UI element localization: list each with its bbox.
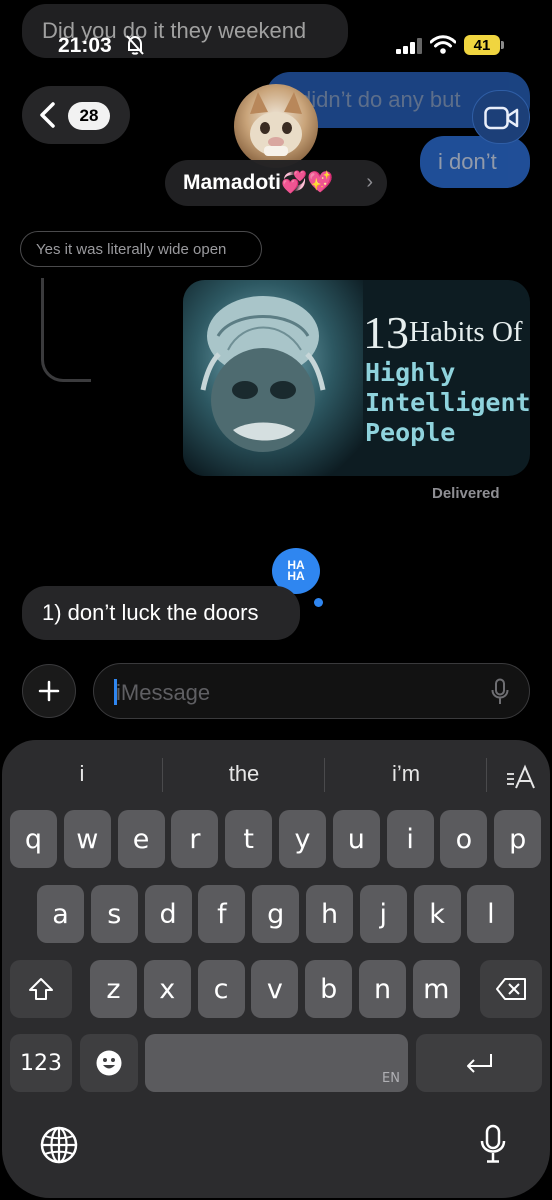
chevron-left-icon	[40, 102, 55, 128]
key-n[interactable]: n	[359, 960, 406, 1018]
suggestion-bar: i the i’m	[2, 740, 550, 808]
image-title-line4: People	[365, 418, 456, 447]
key-p[interactable]: p	[494, 810, 542, 868]
key-i[interactable]: i	[386, 810, 434, 868]
key-k[interactable]: k	[413, 885, 461, 943]
backspace-icon	[496, 978, 526, 1000]
video-call-button[interactable]	[472, 90, 530, 144]
message-input-placeholder: iMessage	[116, 680, 211, 705]
key-e[interactable]: e	[117, 810, 165, 868]
image-attachment[interactable]: 13 Habits Of Highly Intelligent People	[183, 280, 530, 476]
reply-connector-line	[41, 278, 91, 382]
key-y[interactable]: y	[279, 810, 326, 868]
key-l[interactable]: l	[467, 885, 515, 943]
key-f[interactable]: f	[198, 885, 246, 943]
shift-arrow-icon	[29, 978, 53, 1000]
backspace-key[interactable]	[480, 960, 542, 1018]
return-key[interactable]	[416, 1034, 542, 1092]
key-m[interactable]: m	[412, 960, 460, 1018]
space-key[interactable]: EN	[145, 1034, 408, 1092]
key-r[interactable]: r	[171, 810, 219, 868]
haha-tapback-text: HA HA	[287, 558, 305, 583]
key-x[interactable]: x	[143, 960, 191, 1018]
key-q[interactable]: q	[10, 810, 57, 868]
numbers-key-label: 123	[20, 1050, 62, 1076]
key-z[interactable]: z	[90, 960, 137, 1018]
cellular-signal-icon	[396, 38, 422, 54]
suggestion-3[interactable]: i’m	[325, 744, 487, 804]
tapback-tail-dot	[314, 598, 323, 607]
key-u[interactable]: u	[332, 810, 380, 868]
key-c[interactable]: c	[197, 960, 245, 1018]
message-input[interactable]: iMessage	[93, 663, 530, 719]
silent-bell-icon	[126, 35, 144, 55]
key-g[interactable]: g	[252, 885, 300, 943]
cat-face-icon	[250, 92, 302, 156]
image-title-line1: Habits Of	[409, 316, 523, 348]
key-j[interactable]: j	[359, 885, 407, 943]
emoji-smiley-icon	[96, 1050, 122, 1076]
video-camera-icon	[484, 106, 519, 130]
shift-key[interactable]	[10, 960, 72, 1018]
battery-cap	[501, 41, 504, 49]
key-w[interactable]: w	[63, 810, 111, 868]
message-text: 1) don’t luck the doors	[42, 600, 259, 625]
back-button[interactable]: 28	[22, 86, 130, 144]
wifi-icon	[430, 35, 456, 54]
keyboard-language-label: EN	[382, 1071, 400, 1086]
plus-icon	[38, 680, 60, 702]
reply-quote-text: Yes it was literally wide open	[36, 240, 227, 258]
contact-name-button[interactable]: Mamadoti💞💖 ›	[165, 160, 387, 206]
numbers-key[interactable]: 123	[10, 1034, 72, 1092]
key-t[interactable]: t	[225, 810, 273, 868]
text-format-icon[interactable]	[506, 764, 538, 792]
chevron-right-icon: ›	[366, 171, 373, 193]
image-number: 13	[363, 307, 409, 358]
unread-count-badge: 28	[68, 102, 110, 130]
return-arrow-icon	[467, 1054, 492, 1073]
image-title-line2: Highly	[365, 358, 456, 387]
battery-level: 41	[473, 36, 491, 54]
globe-icon[interactable]	[39, 1125, 79, 1165]
emoji-key[interactable]	[80, 1034, 138, 1092]
key-d[interactable]: d	[144, 885, 192, 943]
contact-name: Mamadoti💞💖	[183, 171, 334, 194]
portrait-image	[183, 280, 363, 476]
incoming-message[interactable]: 1) don’t luck the doors	[22, 586, 300, 640]
keyboard: i the i’m qwertyuiop asdfghjkl zxcvbnm 1…	[2, 740, 550, 1198]
reply-quote-bubble[interactable]: Yes it was literally wide open	[20, 231, 262, 267]
suggestion-divider	[486, 758, 487, 792]
suggestion-2[interactable]: the	[163, 744, 325, 804]
contact-avatar[interactable]	[234, 84, 318, 168]
message-text: i don’t	[438, 149, 497, 174]
suggestion-1[interactable]: i	[2, 744, 162, 804]
key-s[interactable]: s	[90, 885, 138, 943]
status-time: 21:03	[58, 34, 112, 57]
dictation-mic-icon[interactable]	[490, 678, 510, 706]
battery-icon: 41	[464, 35, 500, 55]
dictation-mic-icon[interactable]	[479, 1124, 507, 1164]
add-attachment-button[interactable]	[22, 664, 76, 718]
delivered-status: Delivered	[432, 485, 500, 502]
key-v[interactable]: v	[251, 960, 299, 1018]
key-a[interactable]: a	[37, 885, 84, 943]
outgoing-message[interactable]: i don’t	[420, 136, 530, 188]
key-b[interactable]: b	[305, 960, 353, 1018]
image-title-line3: Intelligent	[365, 388, 530, 417]
key-o[interactable]: o	[440, 810, 488, 868]
key-h[interactable]: h	[306, 885, 353, 943]
